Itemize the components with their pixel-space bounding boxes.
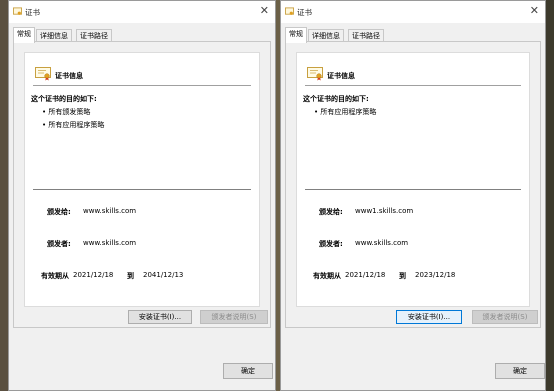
purpose-item: • 所有颁发策略	[42, 108, 91, 116]
valid-from-value: 2021/12/18	[73, 271, 114, 279]
issued-to-value: www1.skills.com	[355, 207, 414, 215]
install-certificate-button[interactable]: 安装证书(I)...	[396, 310, 462, 324]
title-bar: 证书 ✕	[281, 1, 545, 23]
certificate-ribbon-icon	[307, 67, 323, 81]
certificate-ribbon-icon	[35, 67, 51, 81]
window-title: 证书	[25, 8, 40, 17]
certificate-info-box: 证书信息 这个证书的目的如下: • 所有颁发策略 • 所有应用程序策略 颁发给:…	[24, 52, 260, 307]
divider	[33, 85, 251, 86]
certificate-icon	[285, 7, 294, 15]
valid-from-value: 2021/12/18	[345, 271, 386, 279]
tab-general[interactable]: 常规	[285, 27, 307, 43]
general-tab-panel: 证书信息 这个证书的目的如下: • 所有颁发策略 • 所有应用程序策略 颁发给:…	[13, 41, 271, 328]
certificate-dialog-2: 证书 ✕ 常规 详细信息 证书路径 证书信息 这个证书的目的如下: • 所有应用…	[280, 0, 546, 391]
certificate-info-box: 证书信息 这个证书的目的如下: • 所有应用程序策略 颁发给: www1.ski…	[296, 52, 530, 307]
issuer-statement-button[interactable]: 颁发者说明(S)	[472, 310, 538, 324]
issued-by-label: 颁发者:	[319, 240, 343, 248]
valid-to-label: 到	[399, 272, 406, 280]
close-icon[interactable]: ✕	[530, 5, 539, 17]
issuer-statement-button[interactable]: 颁发者说明(S)	[200, 310, 268, 324]
info-title: 证书信息	[327, 72, 355, 80]
valid-to-label: 到	[127, 272, 134, 280]
issued-by-label: 颁发者:	[47, 240, 71, 248]
desktop-background-left	[0, 0, 8, 391]
issued-to-label: 颁发给:	[47, 208, 71, 216]
tab-general[interactable]: 常规	[13, 27, 35, 43]
general-tab-panel: 证书信息 这个证书的目的如下: • 所有应用程序策略 颁发给: www1.ski…	[285, 41, 541, 328]
divider	[305, 85, 521, 86]
ok-button[interactable]: 确定	[495, 363, 545, 379]
issued-by-value: www.skills.com	[83, 239, 137, 247]
valid-to-value: 2041/12/13	[143, 271, 184, 279]
purpose-label: 这个证书的目的如下:	[303, 95, 369, 103]
ok-button[interactable]: 确定	[223, 363, 273, 379]
certificate-icon	[13, 7, 22, 15]
valid-from-label: 有效期从	[313, 272, 341, 280]
desktop-background-right	[546, 0, 554, 391]
purpose-label: 这个证书的目的如下:	[31, 95, 97, 103]
purpose-item: • 所有应用程序策略	[314, 108, 377, 116]
certificate-dialog-1: 证书 ✕ 常规 详细信息 证书路径 证书信息 这个证书的目的如下: • 所有颁发…	[8, 0, 276, 391]
issued-to-label: 颁发给:	[319, 208, 343, 216]
divider	[305, 189, 521, 190]
valid-from-label: 有效期从	[41, 272, 69, 280]
issued-by-value: www.skills.com	[355, 239, 409, 247]
purpose-item: • 所有应用程序策略	[42, 121, 105, 129]
valid-to-value: 2023/12/18	[415, 271, 456, 279]
title-bar: 证书 ✕	[9, 1, 275, 23]
info-title: 证书信息	[55, 72, 83, 80]
install-certificate-button[interactable]: 安装证书(I)...	[128, 310, 192, 324]
window-title: 证书	[297, 8, 312, 17]
divider	[33, 189, 251, 190]
close-icon[interactable]: ✕	[260, 5, 269, 17]
issued-to-value: www.skills.com	[83, 207, 137, 215]
